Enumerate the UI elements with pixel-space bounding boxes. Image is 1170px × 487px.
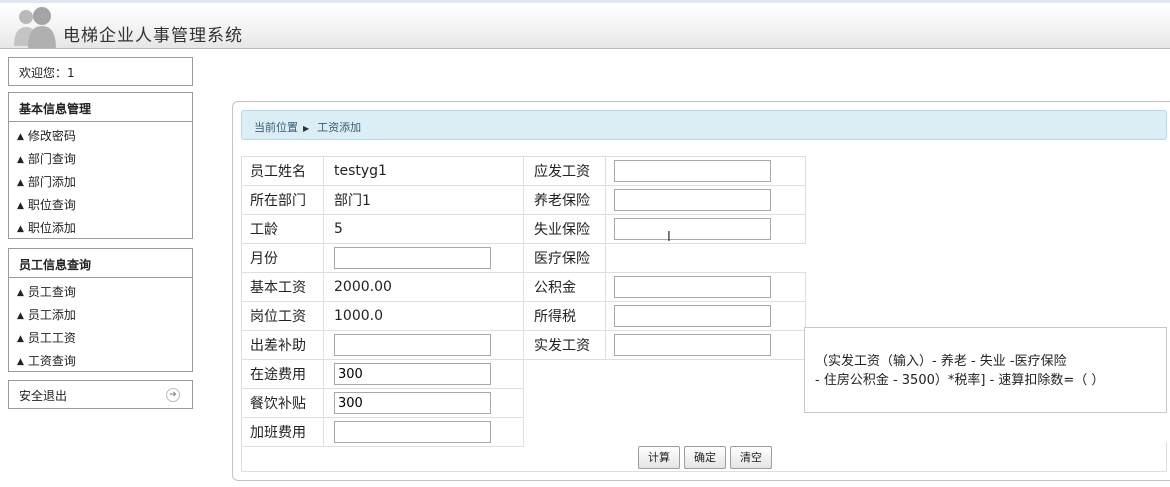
double-chevron-up-icon: ▲ [17,224,24,234]
double-chevron-up-icon: ▲ [17,155,24,165]
field-label-base-salary: 基本工资 [241,272,324,302]
sidebar-item-label: 员工查询 [27,285,76,299]
sidebar-item-label: 员工添加 [27,308,76,322]
field-label-income-tax: 所得税 [523,301,606,331]
double-chevron-up-icon: ▲ [17,288,24,298]
sidebar-item-label: 职位查询 [27,198,76,212]
housing-fund-input[interactable] [614,276,771,298]
meal-allowance-input[interactable] [334,392,491,414]
pension-insurance-input[interactable] [614,189,771,211]
field-label-position-salary: 岗位工资 [241,301,324,331]
field-label-month: 月份 [241,243,324,273]
sidebar-item-position-query[interactable]: ▲ 职位查询 [9,192,192,215]
sidebar-item-salary-query[interactable]: ▲ 工资查询 [9,348,192,371]
position-salary-value: 1000.0 [323,301,524,331]
field-label-department: 所在部门 [241,185,324,215]
users-logo-icon [14,7,56,48]
confirm-button[interactable]: 确定 [684,446,726,469]
app-title: 电梯企业人事管理系统 [63,26,243,46]
sidebar-item-label: 员工工资 [27,331,76,345]
sidebar-item-position-add[interactable]: ▲ 职位添加 [9,215,192,238]
sidebar-item-label: 修改密码 [27,129,76,143]
triangle-right-icon: ▶ [303,124,310,133]
breadcrumb-label: 当前位置 [254,121,298,134]
net-salary-input[interactable] [614,334,771,356]
medical-insurance-empty [606,244,806,273]
gross-salary-input[interactable] [614,160,771,182]
double-chevron-up-icon: ▲ [17,357,24,367]
travel-allowance-input[interactable] [334,334,491,356]
sidebar-item-employee-query[interactable]: ▲ 员工查询 [9,279,192,302]
field-label-travel-allowance: 出差补助 [241,330,324,360]
button-row: 计算 确定 清空 [241,442,1167,472]
employee-name-value: testyg1 [323,156,524,186]
sidebar-item-employee-salary[interactable]: ▲ 员工工资 [9,325,192,348]
sidebar-item-label: 部门添加 [27,175,76,189]
salary-form-table: 员工姓名 testyg1 应发工资 所在部门 部门1 养老保险 工龄 5 失业保… [241,156,806,447]
logout-button[interactable]: 安全退出 ➔ [8,380,193,409]
field-label-employee-name: 员工姓名 [241,156,324,186]
clear-button[interactable]: 清空 [730,446,772,469]
formula-line: - 住房公积金 - 3500）*税率] - 速算扣除数=（ ） [815,373,1105,388]
sidebar-item-label: 部门查询 [27,152,76,166]
field-label-transit-expense: 在途费用 [241,359,324,389]
field-label-medical-insurance: 医疗保险 [523,243,606,273]
menu-group-title: 员工信息查询 [9,249,192,278]
field-label-meal-allowance: 餐饮补贴 [241,388,324,418]
income-tax-input[interactable] [614,305,771,327]
field-label-unemployment-insurance: 失业保险 [523,214,606,244]
field-label-housing-fund: 公积金 [523,272,606,302]
menu-group-employee-info: 员工信息查询 ▲ 员工查询 ▲ 员工添加 ▲ 员工工资 ▲ 工资查询 [8,248,193,372]
menu-group-basic-info: 基本信息管理 ▲ 修改密码 ▲ 部门查询 ▲ 部门添加 ▲ 职位查询 ▲ 职位添加 [8,92,193,239]
breadcrumb: 当前位置 ▶ 工资添加 [241,110,1167,140]
double-chevron-up-icon: ▲ [17,334,24,344]
unemployment-insurance-input[interactable] [614,218,771,240]
month-input[interactable] [334,247,491,269]
sidebar-item-department-add[interactable]: ▲ 部门添加 [9,169,192,192]
overtime-pay-input[interactable] [334,421,491,443]
breadcrumb-current-page: 工资添加 [317,121,362,134]
double-chevron-up-icon: ▲ [17,311,24,321]
welcome-message: 欢迎您：1 [8,57,193,86]
field-label-net-salary: 实发工资 [523,330,606,360]
double-chevron-up-icon: ▲ [17,201,24,211]
sidebar-item-department-query[interactable]: ▲ 部门查询 [9,146,192,169]
double-chevron-up-icon: ▲ [17,178,24,188]
transit-expense-input[interactable] [334,363,491,385]
seniority-value: 5 [323,214,524,244]
department-value: 部门1 [323,185,524,215]
logout-label: 安全退出 [19,389,68,403]
double-chevron-up-icon: ▲ [17,132,24,142]
base-salary-value: 2000.00 [323,272,524,302]
formula-line: （实发工资（输入）- 养老 - 失业 -医疗保险 [815,354,1067,369]
arrow-right-icon: ➔ [166,388,180,402]
field-label-pension-insurance: 养老保险 [523,185,606,215]
text-cursor-icon: I [667,230,671,245]
field-label-gross-salary: 应发工资 [523,156,606,186]
header-top-line [0,0,1170,3]
sidebar-item-label: 职位添加 [27,221,76,235]
sidebar-item-change-password[interactable]: ▲ 修改密码 [9,123,192,146]
empty-area [524,360,806,447]
tax-formula-note: （实发工资（输入）- 养老 - 失业 -医疗保险 - 住房公积金 - 3500）… [804,327,1167,413]
sidebar-item-label: 工资查询 [27,354,76,368]
menu-group-title: 基本信息管理 [9,93,192,122]
field-label-seniority: 工龄 [241,214,324,244]
app-header: 电梯企业人事管理系统 [0,0,1170,49]
sidebar-item-employee-add[interactable]: ▲ 员工添加 [9,302,192,325]
calculate-button[interactable]: 计算 [638,446,680,469]
